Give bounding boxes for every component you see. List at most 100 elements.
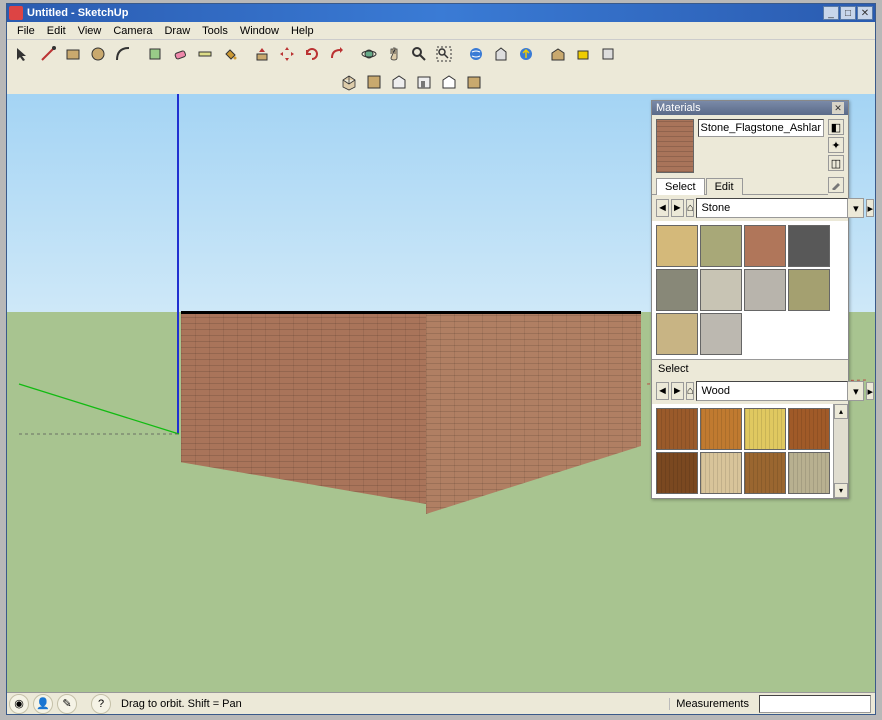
stone-swatch-5[interactable] [700, 269, 742, 311]
stone-swatch-3[interactable] [788, 225, 830, 267]
menu-view[interactable]: View [72, 23, 108, 39]
get-models-tool[interactable] [464, 42, 488, 66]
toolbar-main [7, 40, 875, 68]
tab-edit[interactable]: Edit [706, 178, 743, 195]
library-combo-wood[interactable]: ▾ [696, 381, 864, 401]
credits-icon[interactable]: 👤 [33, 694, 53, 714]
titlebar: Untitled - SketchUp _ □ ✕ [7, 4, 875, 22]
stone-swatch-2[interactable] [744, 225, 786, 267]
iso-view[interactable] [337, 70, 361, 94]
wood-swatch-grid [652, 404, 848, 498]
sample-paint-button[interactable] [828, 177, 844, 193]
offset-tool[interactable] [325, 42, 349, 66]
menu-help[interactable]: Help [285, 23, 320, 39]
wood-swatch-1[interactable] [700, 408, 742, 450]
current-material-name[interactable]: Stone_Flagstone_Ashlar [698, 119, 824, 137]
materials-panel-title: Materials [656, 102, 701, 114]
scroll-up-button[interactable]: ▴ [834, 404, 848, 419]
eraser-tool[interactable] [168, 42, 192, 66]
menu-draw[interactable]: Draw [158, 23, 196, 39]
menu-window[interactable]: Window [234, 23, 285, 39]
arc-tool[interactable] [111, 42, 135, 66]
stone-swatch-1[interactable] [700, 225, 742, 267]
geolocation-icon[interactable]: ◉ [9, 694, 29, 714]
wood-swatch-0[interactable] [656, 408, 698, 450]
stone-swatch-6[interactable] [744, 269, 786, 311]
chevron-down-icon[interactable]: ▾ [848, 381, 864, 401]
stone-swatch-0[interactable] [656, 225, 698, 267]
display-secondary-pane-button[interactable]: ◧ [828, 119, 844, 135]
tab-select[interactable]: Select [656, 178, 705, 195]
create-material-button[interactable]: ✦ [828, 137, 844, 153]
tape-measure-tool[interactable] [193, 42, 217, 66]
nav2-back-button[interactable]: ◄ [656, 382, 669, 400]
maximize-button[interactable]: □ [840, 6, 856, 20]
help-icon[interactable]: ? [91, 694, 111, 714]
scroll-track[interactable] [834, 419, 848, 483]
nav-home-button[interactable]: ⌂ [686, 199, 695, 217]
warehouse-tool[interactable] [546, 42, 570, 66]
front-view[interactable] [387, 70, 411, 94]
top-view[interactable] [362, 70, 386, 94]
make-component-tool[interactable] [143, 42, 167, 66]
line-tool[interactable] [36, 42, 60, 66]
rectangle-tool[interactable] [61, 42, 85, 66]
wood-swatch-2[interactable] [744, 408, 786, 450]
orbit-tool[interactable] [357, 42, 381, 66]
menu-camera[interactable]: Camera [107, 23, 158, 39]
model-building[interactable] [181, 314, 641, 514]
current-material-preview[interactable] [656, 119, 694, 173]
close-button[interactable]: ✕ [857, 6, 873, 20]
extension-tool[interactable] [571, 42, 595, 66]
stone-swatch-7[interactable] [788, 269, 830, 311]
wall-left-face[interactable] [181, 314, 426, 504]
menu-tools[interactable]: Tools [196, 23, 234, 39]
library-combo-stone-input[interactable] [696, 198, 848, 218]
nav-forward-button[interactable]: ► [671, 199, 684, 217]
wood-swatch-4[interactable] [656, 452, 698, 494]
minimize-button[interactable]: _ [823, 6, 839, 20]
details-menu-button[interactable]: ▸ [866, 199, 874, 217]
roof-edge [181, 311, 641, 314]
zoom-extents-tool[interactable] [432, 42, 456, 66]
stone-swatch-4[interactable] [656, 269, 698, 311]
wood-swatch-7[interactable] [788, 452, 830, 494]
default-material-button[interactable]: ◫ [828, 155, 844, 171]
zoom-tool[interactable] [407, 42, 431, 66]
upload-model-tool[interactable] [514, 42, 538, 66]
menu-edit[interactable]: Edit [41, 23, 72, 39]
rotate-tool[interactable] [300, 42, 324, 66]
nav2-home-button[interactable]: ⌂ [686, 382, 695, 400]
chevron-down-icon[interactable]: ▾ [848, 198, 864, 218]
right-view[interactable] [412, 70, 436, 94]
nav-back-button[interactable]: ◄ [656, 199, 669, 217]
nav2-forward-button[interactable]: ► [671, 382, 684, 400]
claim-credit-icon[interactable]: ✎ [57, 694, 77, 714]
wood-swatch-5[interactable] [700, 452, 742, 494]
paint-bucket-tool[interactable] [218, 42, 242, 66]
print-tool[interactable] [596, 42, 620, 66]
materials-panel-titlebar[interactable]: Materials ✕ [652, 101, 848, 115]
push-pull-tool[interactable] [250, 42, 274, 66]
library-combo-wood-input[interactable] [696, 381, 848, 401]
measurements-input[interactable] [759, 695, 871, 713]
scroll-down-button[interactable]: ▾ [834, 483, 848, 498]
wood-swatch-3[interactable] [788, 408, 830, 450]
circle-tool[interactable] [86, 42, 110, 66]
wall-right-face[interactable] [426, 314, 641, 514]
wood-scrollbar[interactable]: ▴ ▾ [833, 404, 848, 498]
details2-menu-button[interactable]: ▸ [866, 382, 874, 400]
move-tool[interactable] [275, 42, 299, 66]
wood-swatch-6[interactable] [744, 452, 786, 494]
stone-swatch-9[interactable] [700, 313, 742, 355]
menu-file[interactable]: File [11, 23, 41, 39]
menubar: File Edit View Camera Draw Tools Window … [7, 22, 875, 40]
pan-tool[interactable] [382, 42, 406, 66]
stone-swatch-8[interactable] [656, 313, 698, 355]
select-tool[interactable] [11, 42, 35, 66]
back-view[interactable] [437, 70, 461, 94]
left-view[interactable] [462, 70, 486, 94]
share-model-tool[interactable] [489, 42, 513, 66]
materials-panel-close[interactable]: ✕ [832, 102, 844, 114]
library-combo-stone[interactable]: ▾ [696, 198, 864, 218]
